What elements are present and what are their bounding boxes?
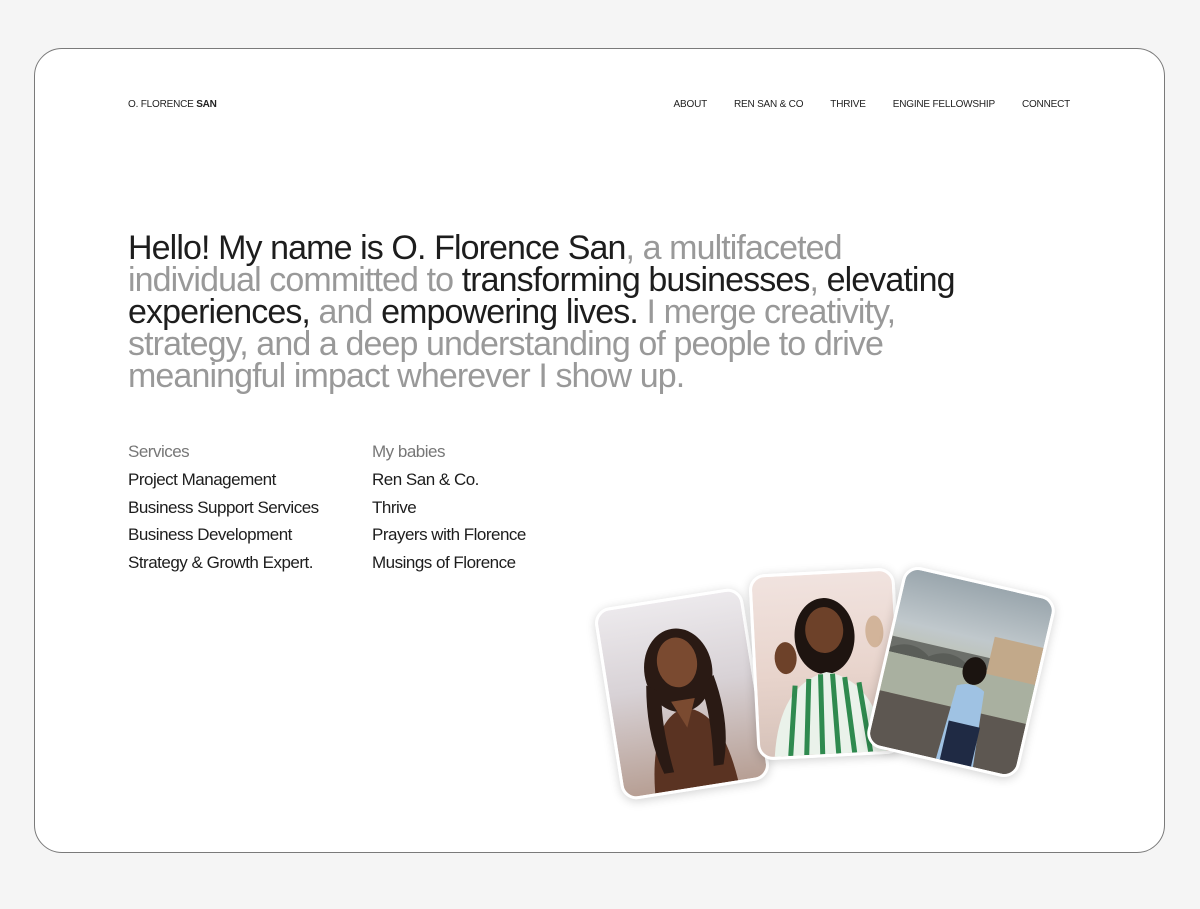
page-frame: O. FLORENCE SAN ABOUT REN SAN & CO THRIV…	[34, 48, 1165, 853]
service-item[interactable]: Strategy & Growth Expert.	[128, 553, 319, 573]
nav-thrive[interactable]: THRIVE	[830, 99, 866, 110]
nav-engine-fellowship[interactable]: ENGINE FELLOWSHIP	[893, 99, 995, 110]
service-item[interactable]: Business Development	[128, 525, 319, 545]
service-item[interactable]: Project Management	[128, 470, 319, 490]
babies-heading: My babies	[372, 442, 445, 461]
nav-ren-san-co[interactable]: REN SAN & CO	[734, 99, 803, 110]
services-column: Services Project Management Business Sup…	[128, 442, 319, 580]
baby-item[interactable]: Prayers with Florence	[372, 525, 526, 545]
logo-first-name: O. FLORENCE	[128, 99, 194, 110]
baby-item[interactable]: Thrive	[372, 498, 526, 518]
baby-item[interactable]: Musings of Florence	[372, 553, 526, 573]
nav-about[interactable]: ABOUT	[674, 99, 708, 110]
services-heading: Services	[128, 442, 190, 461]
baby-item[interactable]: Ren San & Co.	[372, 470, 526, 490]
top-navigation: ABOUT REN SAN & CO THRIVE ENGINE FELLOWS…	[674, 99, 1071, 110]
babies-column: My babies Ren San & Co. Thrive Prayers w…	[372, 442, 526, 580]
hero-intro: Hello! My name is O. Florence San, a mul…	[128, 231, 978, 393]
logo-last-name: SAN	[196, 99, 217, 110]
photo-portrait-brown-dress	[592, 586, 772, 802]
service-item[interactable]: Business Support Services	[128, 498, 319, 518]
nav-connect[interactable]: CONNECT	[1022, 99, 1070, 110]
site-logo[interactable]: O. FLORENCE SAN	[128, 99, 217, 110]
